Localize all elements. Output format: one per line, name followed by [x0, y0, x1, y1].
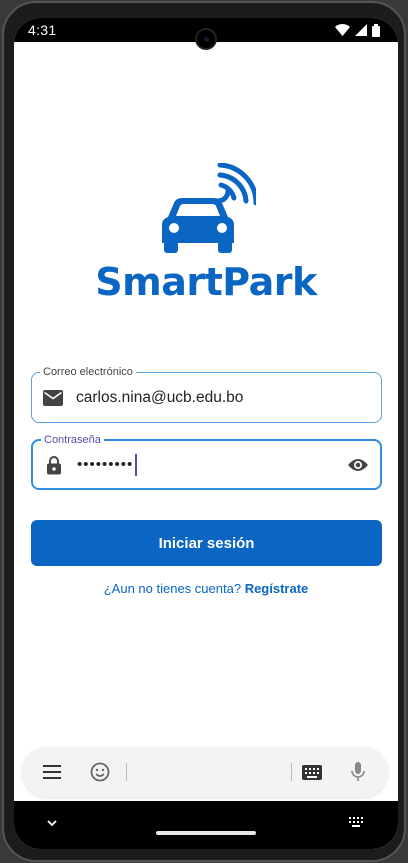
keyboard-toolbar [22, 747, 388, 797]
mail-icon [42, 387, 64, 409]
register-question: ¿Aun no tienes cuenta? [103, 581, 242, 596]
keyboard-icon[interactable] [300, 760, 324, 784]
mic-icon[interactable] [346, 760, 370, 784]
chevron-down-icon[interactable] [44, 815, 60, 836]
password-masked-text: ••••••••• [77, 456, 134, 473]
login-button[interactable]: Iniciar sesión [31, 520, 382, 566]
email-label: Correo electrónico [40, 365, 136, 379]
toolbar-divider [291, 763, 292, 781]
status-time: 4:31 [28, 22, 57, 38]
keyboard-switch-icon[interactable] [348, 815, 364, 833]
toolbar-divider [126, 763, 127, 781]
phone-frame: 4:31 SmartPark Correo electrónico carlos… [2, 1, 406, 862]
email-field[interactable]: Correo electrónico carlos.nina@ucb.edu.b… [31, 365, 382, 423]
wifi-icon [335, 24, 350, 36]
emoji-icon[interactable] [88, 760, 112, 784]
menu-icon[interactable] [40, 760, 64, 784]
register-prompt: ¿Aun no tienes cuenta? Regístrate [14, 581, 398, 596]
password-value[interactable]: ••••••••• [77, 453, 346, 476]
home-handle[interactable] [156, 831, 256, 835]
car-wifi-icon [162, 163, 256, 253]
signal-icon [355, 24, 367, 36]
brand-name: SmartPark [95, 260, 317, 304]
screen: 4:31 SmartPark Correo electrónico carlos… [14, 18, 398, 849]
logo: SmartPark [14, 163, 398, 304]
battery-icon [372, 23, 380, 37]
lock-icon [43, 454, 65, 476]
front-camera [195, 28, 217, 50]
status-icons [335, 23, 380, 37]
password-field[interactable]: Contraseña ••••••••• [31, 433, 382, 490]
register-link[interactable]: Regístrate [245, 581, 309, 596]
password-label: Contraseña [41, 433, 104, 447]
navigation-bar [14, 801, 398, 849]
eye-icon[interactable] [346, 453, 370, 477]
email-value[interactable]: carlos.nina@ucb.edu.bo [76, 389, 381, 407]
text-cursor [135, 453, 138, 476]
